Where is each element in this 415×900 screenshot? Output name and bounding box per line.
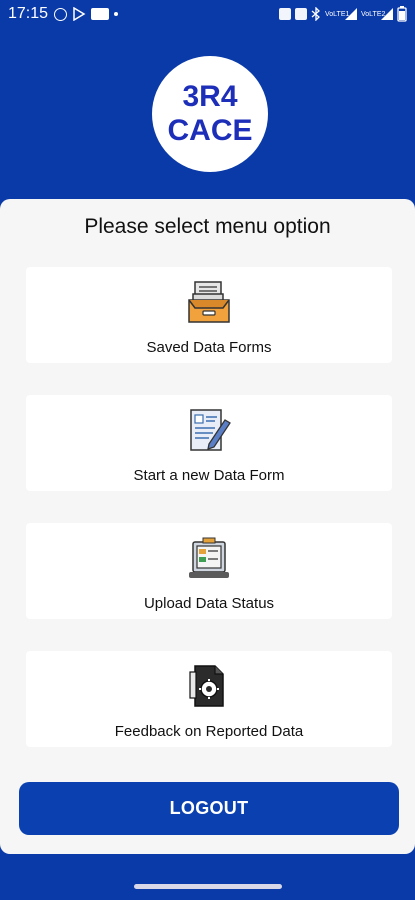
page-title: Please select menu option [84, 215, 331, 238]
dot-icon [114, 12, 119, 16]
menu-item-feedback-reported-data[interactable]: Feedback on Reported Data [26, 651, 392, 747]
menu-card: Please select menu option Saved Data For… [0, 199, 415, 854]
home-indicator[interactable] [134, 884, 282, 889]
logout-button[interactable]: LOGOUT [19, 782, 399, 835]
signal-lte1-icon: VoLTE1 [325, 10, 350, 18]
play-store-icon [73, 7, 86, 21]
status-right-icons: VoLTE1 VoLTE2 [279, 6, 407, 22]
status-bar: 17:15 VoLTE1 VoLTE2 [0, 0, 415, 28]
alarm-icon [279, 8, 291, 20]
status-left-icons [54, 7, 119, 21]
upload-status-icon [184, 533, 234, 583]
menu-item-upload-data-status[interactable]: Upload Data Status [26, 523, 392, 619]
menu-item-label: Feedback on Reported Data [114, 723, 304, 740]
app-logo: 3R4 CACE [152, 56, 268, 172]
archive-box-icon [184, 277, 234, 327]
feedback-document-icon [184, 661, 234, 711]
whatsapp-icon [54, 7, 68, 21]
signal-lte2-icon: VoLTE2 [361, 10, 386, 18]
logo-line-2: CACE [167, 114, 253, 147]
menu-item-label: Saved Data Forms [146, 339, 272, 356]
menu-item-label: Start a new Data Form [133, 467, 285, 484]
logo-line-1: 3R4 [182, 80, 238, 113]
menu-item-label: Upload Data Status [143, 595, 275, 612]
form-pencil-icon [184, 405, 234, 455]
menu-item-new-data-form[interactable]: Start a new Data Form [26, 395, 392, 491]
vibrate-icon [295, 8, 307, 20]
menu-item-saved-data-forms[interactable]: Saved Data Forms [26, 267, 392, 363]
signal-bars-1-icon [345, 8, 357, 20]
media-icon [91, 8, 110, 20]
battery-icon [397, 6, 407, 22]
status-time: 17:15 [8, 5, 49, 22]
signal-bars-2-icon [381, 8, 393, 20]
bluetooth-icon [311, 7, 320, 21]
